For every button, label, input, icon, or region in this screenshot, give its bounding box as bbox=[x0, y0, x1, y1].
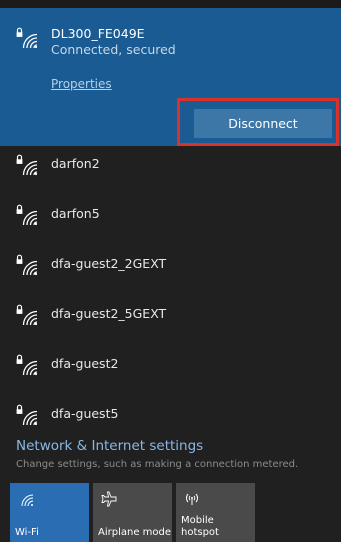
hotspot-tile-label: Mobile hotspot bbox=[181, 515, 219, 538]
network-list-item[interactable]: dfa-guest5 bbox=[0, 390, 341, 440]
disconnect-button[interactable]: Disconnect bbox=[194, 109, 332, 138]
network-name: dfa-guest2_5GEXT bbox=[51, 306, 167, 321]
network-name: dfa-guest5 bbox=[51, 406, 119, 421]
airplane-tile-label: Airplane mode bbox=[98, 527, 172, 538]
airplane-icon bbox=[101, 491, 117, 507]
properties-link[interactable]: Properties bbox=[51, 77, 112, 91]
network-list-item[interactable]: dfa-guest2_2GEXT bbox=[0, 240, 341, 290]
wifi-icon bbox=[21, 494, 34, 507]
network-list-item[interactable]: darfon2 bbox=[0, 140, 341, 190]
network-name: darfon5 bbox=[51, 206, 100, 221]
wifi-secured-icon bbox=[15, 26, 39, 50]
wifi-secured-icon bbox=[15, 153, 39, 177]
network-name: darfon2 bbox=[51, 156, 100, 171]
wifi-secured-icon bbox=[15, 253, 39, 277]
network-list-item[interactable]: dfa-guest2_5GEXT bbox=[0, 290, 341, 340]
connected-network-panel[interactable]: DL300_FE049E Connected, secured Properti… bbox=[0, 8, 341, 146]
network-list-item[interactable]: darfon5 bbox=[0, 190, 341, 240]
network-settings-description: Change settings, such as making a connec… bbox=[16, 459, 299, 470]
hotspot-icon bbox=[186, 493, 198, 505]
wifi-secured-icon bbox=[15, 203, 39, 227]
network-settings-link[interactable]: Network & Internet settings bbox=[16, 438, 203, 454]
airplane-mode-tile[interactable]: Airplane mode bbox=[93, 483, 172, 542]
network-flyout: DL300_FE049E Connected, secured Properti… bbox=[0, 0, 341, 542]
wifi-secured-icon bbox=[15, 303, 39, 327]
wifi-toggle-tile[interactable]: Wi-Fi bbox=[10, 483, 89, 542]
network-list-item[interactable]: dfa-guest2 bbox=[0, 340, 341, 390]
connected-network-ssid: DL300_FE049E bbox=[51, 26, 145, 41]
wifi-secured-icon bbox=[15, 403, 39, 427]
network-name: dfa-guest2_2GEXT bbox=[51, 256, 167, 271]
flyout-top-edge bbox=[0, 0, 341, 8]
wifi-secured-icon bbox=[15, 353, 39, 377]
connected-network-status: Connected, secured bbox=[51, 42, 176, 57]
mobile-hotspot-tile[interactable]: Mobile hotspot bbox=[176, 483, 255, 542]
network-name: dfa-guest2 bbox=[51, 356, 119, 371]
wifi-tile-label: Wi-Fi bbox=[15, 527, 39, 538]
